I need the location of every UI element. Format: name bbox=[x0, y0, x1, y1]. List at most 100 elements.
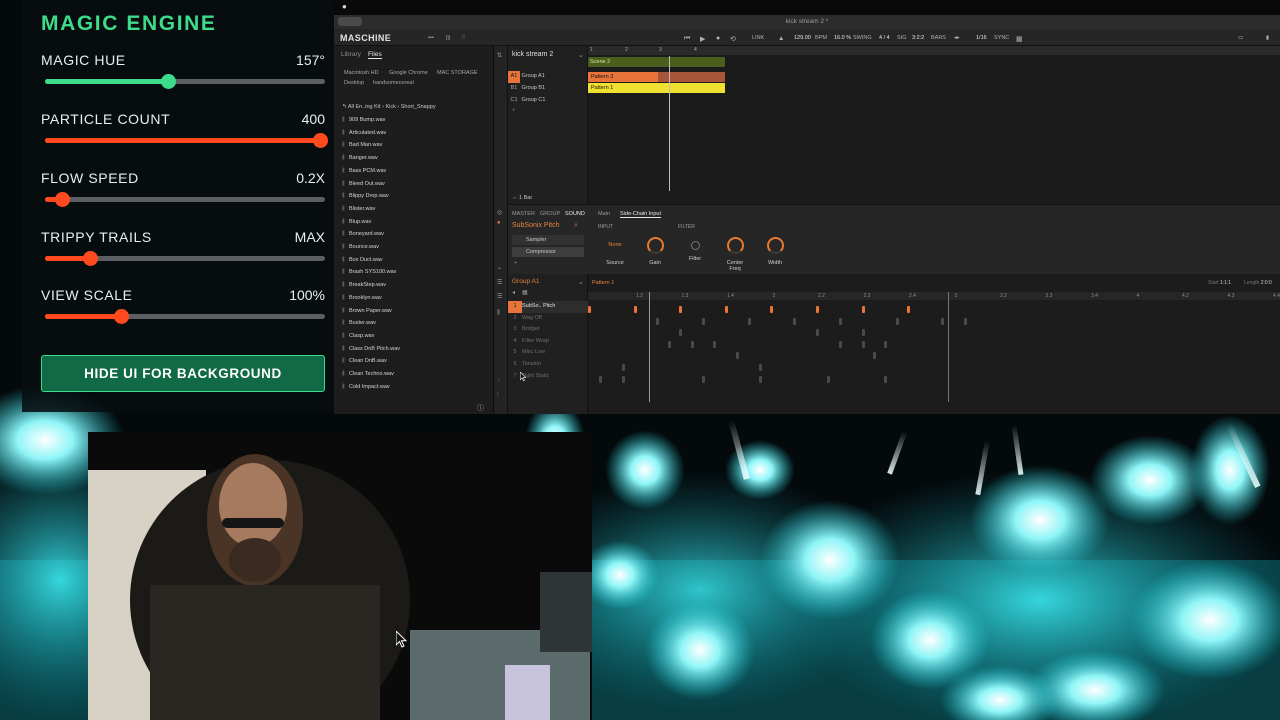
step-note[interactable] bbox=[838, 340, 842, 348]
step-note[interactable] bbox=[622, 364, 626, 371]
step-note[interactable] bbox=[964, 317, 968, 325]
step-note[interactable] bbox=[702, 375, 705, 383]
file-list-item[interactable]: ⫼ Blister.wav bbox=[342, 206, 487, 219]
sound-slot[interactable]: 1 SubSo.. Pitch bbox=[508, 301, 588, 313]
chevron-down-icon[interactable]: ⌄ bbox=[578, 51, 584, 59]
slider-thumb[interactable] bbox=[313, 133, 328, 148]
plugin-slot-sampler[interactable]: Sampler bbox=[512, 235, 584, 245]
file-list-item[interactable]: ⫼ Boneyard.wav bbox=[342, 231, 487, 244]
file-list-item[interactable]: ⫼ Buster.wav bbox=[342, 320, 487, 333]
plugin-icon[interactable]: ◎ bbox=[497, 209, 502, 216]
magic-hue-slider[interactable] bbox=[45, 74, 325, 89]
step-note[interactable] bbox=[622, 375, 626, 383]
step-note[interactable] bbox=[747, 317, 751, 325]
link-label[interactable]: LINK bbox=[752, 35, 764, 41]
tab-sound[interactable]: SOUND bbox=[565, 211, 585, 217]
center-freq-knob[interactable]: Center Freq bbox=[722, 237, 748, 272]
step-note[interactable] bbox=[884, 375, 888, 383]
swing-value[interactable]: 16.0 % bbox=[834, 35, 851, 41]
file-list-item[interactable]: ⫼ Bass PCM.wav bbox=[342, 168, 487, 181]
step-note[interactable] bbox=[861, 306, 865, 313]
file-list-item[interactable]: ⫼ Box Duct.wav bbox=[342, 257, 487, 270]
breadcrumb-item[interactable]: All En..ing Kit bbox=[348, 104, 381, 110]
file-list-item[interactable]: ⫼ Bleed Out.wav bbox=[342, 181, 487, 194]
step-note[interactable] bbox=[702, 317, 705, 325]
step-note[interactable] bbox=[690, 340, 694, 348]
file-list-item[interactable]: ⫼ Brooklyn.wav bbox=[342, 295, 487, 308]
group-row[interactable]: C1 Group C1 bbox=[508, 95, 588, 107]
slider-thumb[interactable] bbox=[161, 74, 177, 89]
bpm-value[interactable]: 129.00 bbox=[794, 35, 811, 41]
width-knob[interactable]: Width bbox=[764, 237, 786, 266]
signature-value[interactable]: 4 / 4 bbox=[879, 35, 890, 41]
step-note[interactable] bbox=[816, 306, 819, 313]
mix-icon[interactable]: ⫶ bbox=[497, 392, 499, 399]
step-note[interactable] bbox=[793, 317, 797, 325]
pattern-clip[interactable]: Pattern 1 bbox=[588, 83, 725, 93]
location-desktop[interactable]: Desktop bbox=[344, 80, 364, 86]
step-note[interactable] bbox=[838, 317, 842, 325]
scene-clip[interactable]: Scene 2 bbox=[588, 57, 725, 67]
bars-value[interactable]: 3:2:2 bbox=[912, 35, 924, 41]
location-macintosh-hd[interactable]: Macintosh HD bbox=[344, 70, 379, 76]
project-name[interactable]: kick stream 2 bbox=[512, 51, 553, 58]
step-note[interactable] bbox=[759, 375, 762, 383]
particle-count-slider[interactable] bbox=[45, 133, 328, 148]
source-value[interactable]: None bbox=[604, 237, 626, 254]
step-note[interactable] bbox=[816, 329, 819, 337]
file-list-item[interactable]: ⫼ Clasp.wav bbox=[342, 333, 487, 346]
location-handsomecereal[interactable]: handsomecereal bbox=[373, 80, 414, 86]
info-icon[interactable]: ⓘ bbox=[477, 403, 484, 413]
step-note[interactable] bbox=[873, 352, 876, 360]
pattern-list-icon[interactable]: ☰ bbox=[497, 293, 502, 300]
sound-slot[interactable]: 4 Filter Wrap bbox=[508, 336, 588, 348]
step-note[interactable] bbox=[861, 329, 865, 337]
waveform-icon[interactable]: ⫼ bbox=[497, 310, 500, 317]
sync-label[interactable]: SYNC bbox=[994, 35, 1009, 41]
source-control[interactable]: None Source bbox=[604, 237, 626, 266]
dial-icon[interactable]: ◌ bbox=[497, 378, 501, 384]
filter-knob[interactable]: Filter bbox=[684, 237, 706, 262]
plugin-slot-compressor[interactable]: Compressor bbox=[512, 247, 584, 257]
slider-thumb[interactable] bbox=[82, 251, 98, 266]
flow-speed-slider[interactable] bbox=[45, 192, 325, 207]
add-plugin-icon[interactable]: + bbox=[514, 261, 518, 267]
arranger-icon[interactable]: ⇅ bbox=[497, 52, 502, 59]
file-list-item[interactable]: ⫼ Blup.wav bbox=[342, 219, 487, 232]
chevron-down-icon[interactable]: ⌄ bbox=[578, 278, 584, 286]
breadcrumb-item[interactable]: Short_Snappy bbox=[401, 104, 436, 110]
slider-thumb[interactable] bbox=[113, 309, 129, 324]
step-note[interactable] bbox=[759, 364, 762, 371]
step-note[interactable] bbox=[770, 306, 774, 313]
mixer-icon[interactable]: ⫶⫶ bbox=[462, 35, 465, 42]
step-note[interactable] bbox=[724, 306, 728, 313]
sound-icon[interactable]: ● bbox=[497, 220, 501, 226]
metronome-icon[interactable]: ▲ bbox=[778, 35, 784, 42]
record-icon[interactable]: ● bbox=[716, 35, 720, 42]
library-icon[interactable]: ||| bbox=[446, 35, 450, 41]
pattern-name[interactable]: Pattern 1 bbox=[592, 280, 614, 286]
hide-ui-button[interactable]: HIDE UI FOR BACKGROUND bbox=[41, 355, 325, 392]
step-note[interactable] bbox=[656, 317, 660, 325]
tab-group[interactable]: GROUP bbox=[540, 211, 560, 217]
group-name[interactable]: Group A1 bbox=[512, 278, 539, 285]
grid-icon[interactable]: ▦ bbox=[522, 289, 528, 296]
window-tab-pill[interactable] bbox=[338, 17, 362, 26]
tab-files[interactable]: Files bbox=[368, 51, 382, 59]
menu-icon[interactable]: ••• bbox=[428, 35, 434, 41]
file-list-item[interactable]: ⫼ Bad Man.wav bbox=[342, 142, 487, 155]
sound-slot[interactable]: 3 Bridget bbox=[508, 324, 588, 336]
step-note[interactable] bbox=[713, 340, 717, 348]
list-icon[interactable]: ☰ bbox=[497, 279, 502, 286]
group-row[interactable]: A1 Group A1 bbox=[508, 71, 588, 83]
search-icon[interactable]: ⌕ bbox=[574, 222, 578, 230]
step-note[interactable] bbox=[736, 352, 740, 360]
tab-main[interactable]: Main bbox=[598, 211, 610, 217]
step-note[interactable] bbox=[633, 306, 637, 313]
add-group-icon[interactable]: + bbox=[512, 108, 516, 114]
tab-master[interactable]: MASTER bbox=[512, 211, 535, 217]
step-note[interactable] bbox=[907, 306, 911, 313]
step-note[interactable] bbox=[861, 340, 865, 348]
play-icon[interactable]: ▶ bbox=[700, 35, 705, 43]
file-list-item[interactable]: ⫼ Articulated.wav bbox=[342, 130, 487, 143]
